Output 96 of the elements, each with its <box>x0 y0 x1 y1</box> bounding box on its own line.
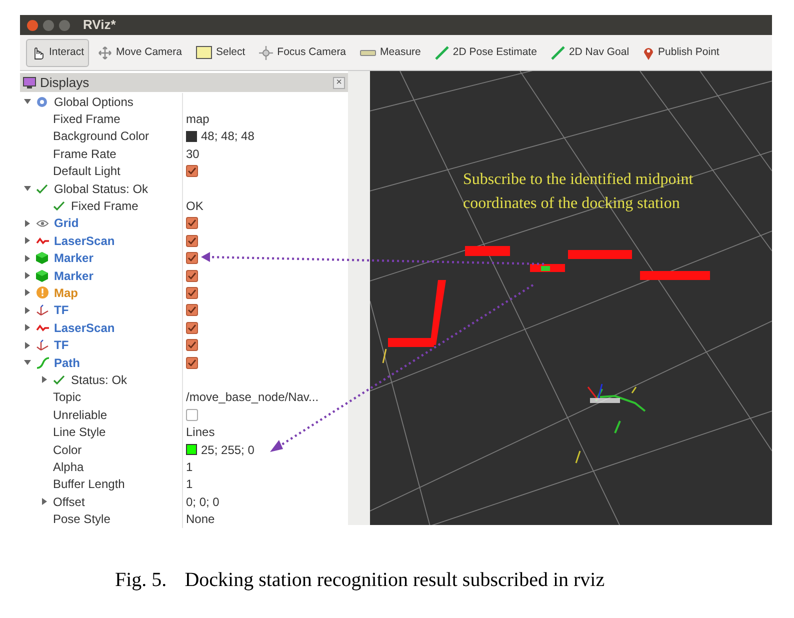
warning-circle-icon <box>36 286 49 300</box>
property-value: 30 <box>186 148 200 160</box>
figure-number: Fig. 5. <box>115 568 167 593</box>
property-value: 25; 255; 0 <box>201 444 254 456</box>
toolbar-button[interactable]: 2D Pose Estimate <box>430 38 542 66</box>
checkbox[interactable] <box>186 304 198 316</box>
close-window-button[interactable] <box>27 20 38 30</box>
color-swatch <box>186 444 197 455</box>
collapsed-arrow-icon[interactable] <box>24 289 31 296</box>
checkbox[interactable] <box>186 408 198 421</box>
property-value: Lines <box>186 426 215 438</box>
collapsed-arrow-icon[interactable] <box>24 237 31 244</box>
tree-item-label: Global Options <box>54 96 134 108</box>
tree-item-label: TF <box>54 339 69 352</box>
monitor-icon <box>23 76 36 88</box>
checkbox[interactable] <box>186 252 198 264</box>
tree-item-label: Frame Rate <box>53 148 116 160</box>
tree-item-label: Buffer Length <box>53 478 125 490</box>
property-value: 1 <box>186 478 193 490</box>
tree-item-label: Path <box>54 356 80 369</box>
property-value: OK <box>186 200 204 212</box>
close-button[interactable]: × <box>333 76 345 88</box>
collapsed-arrow-icon[interactable] <box>24 254 31 262</box>
toolbar-button[interactable]: Measure <box>355 38 426 66</box>
expanded-arrow-icon[interactable] <box>24 185 31 192</box>
checkbox[interactable] <box>186 322 198 334</box>
tree-item-label: Global Status: Ok <box>54 182 148 195</box>
property-value: map <box>186 113 210 126</box>
check-icon <box>36 182 48 195</box>
axes-icon <box>36 339 49 352</box>
wave-icon <box>36 236 50 246</box>
toolbar-button[interactable]: Select <box>190 38 250 66</box>
curve-icon <box>36 356 50 369</box>
tree-item-label: Fixed Frame <box>71 200 138 212</box>
property-value: 1 <box>186 460 193 473</box>
toolbar-button[interactable]: Interact <box>26 38 90 66</box>
selection-rectangle-icon <box>196 46 212 59</box>
collapsed-arrow-icon[interactable] <box>24 324 31 332</box>
check-icon <box>53 200 65 212</box>
wave-icon <box>36 322 50 333</box>
cube-icon <box>36 270 48 282</box>
toolbar-button[interactable]: Focus Camera <box>254 38 352 66</box>
ruler-icon <box>360 48 376 56</box>
window-title: RViz* <box>83 16 116 34</box>
property-value: None <box>186 513 215 526</box>
toolbar-button[interactable]: 2D Nav Goal <box>546 38 634 66</box>
expanded-arrow-icon[interactable] <box>24 359 31 366</box>
check-icon <box>53 374 65 386</box>
collapsed-arrow-icon[interactable] <box>24 306 31 314</box>
axes-icon <box>36 304 49 316</box>
figure-caption: Docking station recognition result subscribed in rviz <box>184 568 605 593</box>
tree-item-label: Status: Ok <box>71 374 128 386</box>
collapsed-arrow-icon[interactable] <box>41 376 48 384</box>
annotation-text: Subscribe to the identified midpoint coordinates of the docking station <box>463 170 694 214</box>
tree-item-label: Alpha <box>53 460 84 473</box>
property-value: 48; 48; 48 <box>201 130 254 142</box>
expanded-arrow-icon[interactable] <box>24 98 31 106</box>
property-value: /move_base_node/Nav... <box>186 391 319 404</box>
tree-item-label: Topic <box>53 391 82 404</box>
collapsed-arrow-icon[interactable] <box>24 272 31 280</box>
tree-item-label: Color <box>53 444 82 456</box>
checkbox[interactable] <box>186 339 198 352</box>
tree-item-label: Fixed Frame <box>53 113 120 126</box>
tree-item-label: Unreliable <box>53 408 108 421</box>
cube-icon <box>36 252 48 264</box>
tree-item-label: Map <box>54 286 78 299</box>
eye-icon <box>36 218 49 228</box>
checkbox[interactable] <box>186 165 198 178</box>
collapsed-arrow-icon[interactable] <box>41 498 48 506</box>
checkbox[interactable] <box>186 234 198 247</box>
tree-item-label: LaserScan <box>54 234 115 247</box>
tree-item-label: Default Light <box>53 165 120 178</box>
collapsed-arrow-icon[interactable] <box>24 342 31 349</box>
gear-icon <box>36 96 48 108</box>
panel-title: Displays <box>40 74 90 92</box>
toolbar-button[interactable]: Publish Point <box>638 38 724 66</box>
toolbar-button[interactable]: Move Camera <box>93 38 187 66</box>
tree-item-label: Background Color <box>53 130 150 142</box>
property-value: 0; 0; 0 <box>186 496 220 508</box>
tree-item-label: LaserScan <box>54 322 115 334</box>
tree-item-label: Line Style <box>53 426 106 438</box>
crosshair-icon <box>259 46 274 60</box>
checkbox[interactable] <box>186 270 198 282</box>
tree-item-label: Marker <box>54 270 94 282</box>
move-arrows-icon <box>98 46 112 60</box>
tree-item-label: Marker <box>54 252 94 264</box>
color-swatch <box>186 130 197 142</box>
collapsed-arrow-icon[interactable] <box>24 220 31 227</box>
tree-item-label: Offset <box>53 496 85 508</box>
checkbox[interactable] <box>186 286 198 299</box>
tree-item-label: Grid <box>54 217 79 230</box>
checkbox[interactable] <box>186 217 198 230</box>
checkbox[interactable] <box>186 356 198 369</box>
tree-item-label: TF <box>54 304 69 316</box>
map-pin-icon <box>643 46 654 60</box>
tree-item-label: Pose Style <box>53 513 110 526</box>
